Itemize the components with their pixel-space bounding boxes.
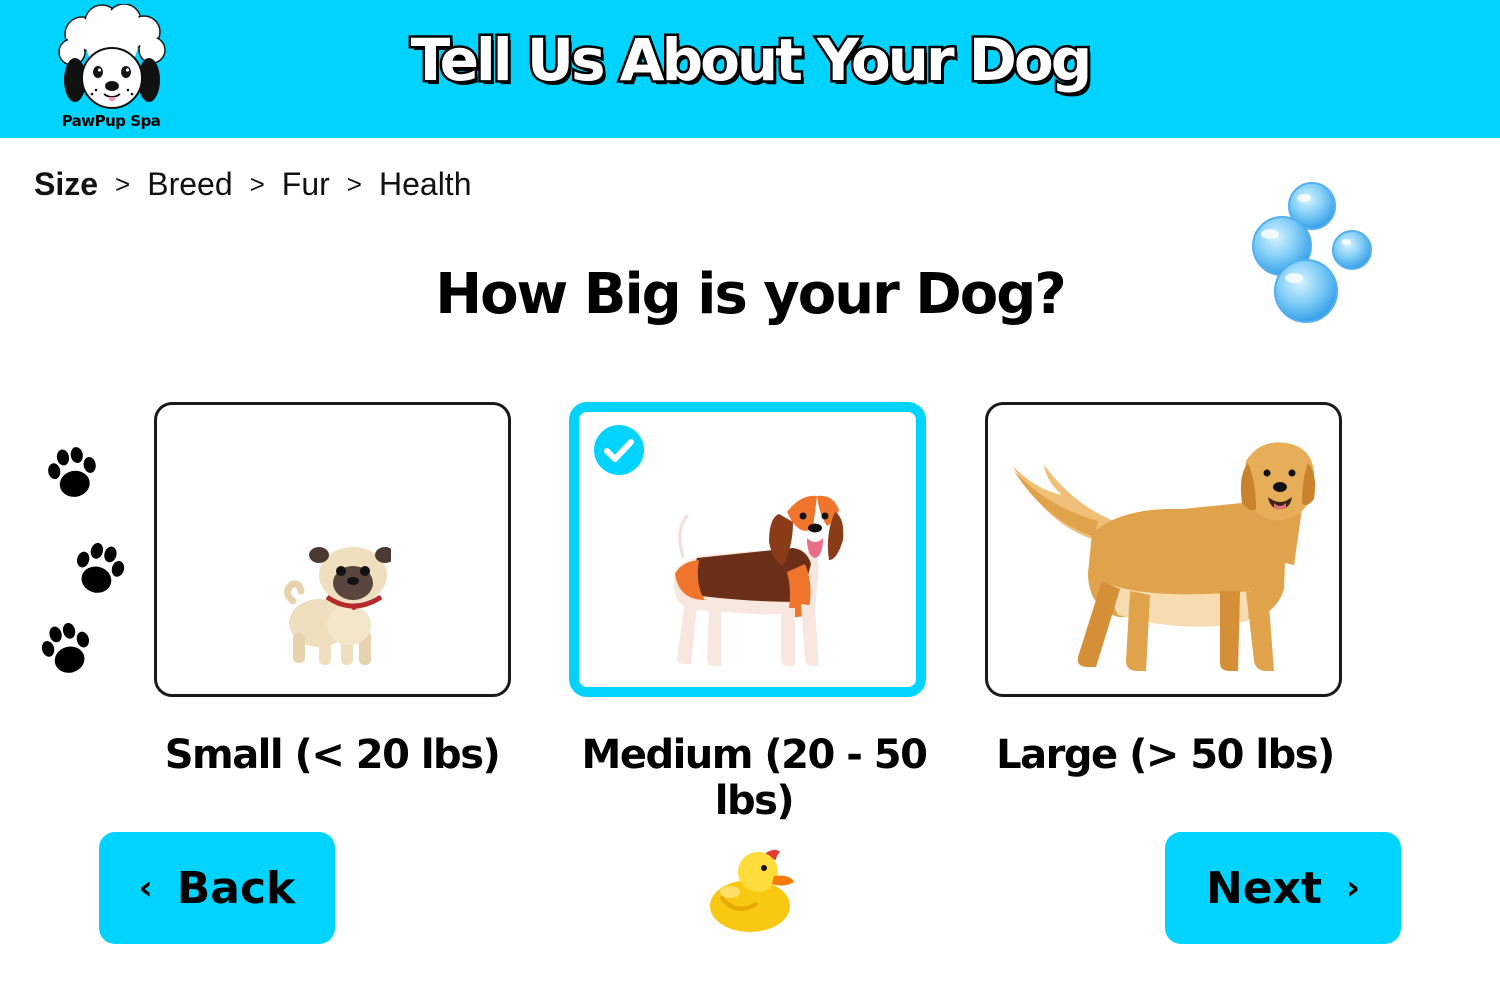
breadcrumb: Size > Breed > Fur > Health: [34, 162, 471, 206]
pug-icon: [284, 547, 391, 665]
golden-retriever-icon: [1012, 442, 1316, 671]
page-title: Tell Us About Your Dog: [408, 24, 1095, 97]
checkmark-icon: [594, 425, 644, 475]
chevron-right-icon: ›: [1346, 868, 1361, 908]
size-question: How Big is your Dog?: [435, 262, 1067, 327]
size-label-large: Large (> 50 lbs): [996, 732, 1335, 778]
paw-prints-icon: [38, 446, 138, 686]
size-label-medium: Medium (20 - 50 lbs): [581, 732, 928, 824]
brand-name: PawPup Spa: [61, 112, 161, 130]
back-button[interactable]: ‹ Back: [99, 832, 335, 944]
paw-print-icon: [41, 622, 89, 673]
next-button-label: Next: [1205, 862, 1323, 914]
size-label-small: Small (< 20 lbs): [164, 732, 501, 778]
size-option-small[interactable]: [154, 402, 511, 697]
breadcrumb-step-health[interactable]: Health: [379, 166, 472, 203]
breadcrumb-step-size[interactable]: Size: [34, 166, 98, 203]
back-button-label: Back: [176, 862, 296, 914]
header-bar: PawPup Spa Tell Us About Your Dog: [0, 0, 1500, 138]
breadcrumb-step-fur[interactable]: Fur: [282, 166, 330, 203]
breadcrumb-step-breed[interactable]: Breed: [147, 166, 232, 203]
size-option-medium[interactable]: [569, 402, 926, 697]
paw-print-icon: [48, 447, 96, 497]
paw-print-icon: [77, 542, 125, 593]
breadcrumb-separator: >: [346, 168, 362, 199]
size-option-large[interactable]: [985, 402, 1342, 697]
next-button[interactable]: Next ›: [1165, 832, 1401, 944]
beagle-icon: [673, 495, 844, 666]
rubber-duck-icon: [710, 849, 794, 932]
breadcrumb-separator: >: [115, 168, 131, 199]
chevron-left-icon: ‹: [138, 868, 153, 908]
breadcrumb-separator: >: [249, 168, 265, 199]
